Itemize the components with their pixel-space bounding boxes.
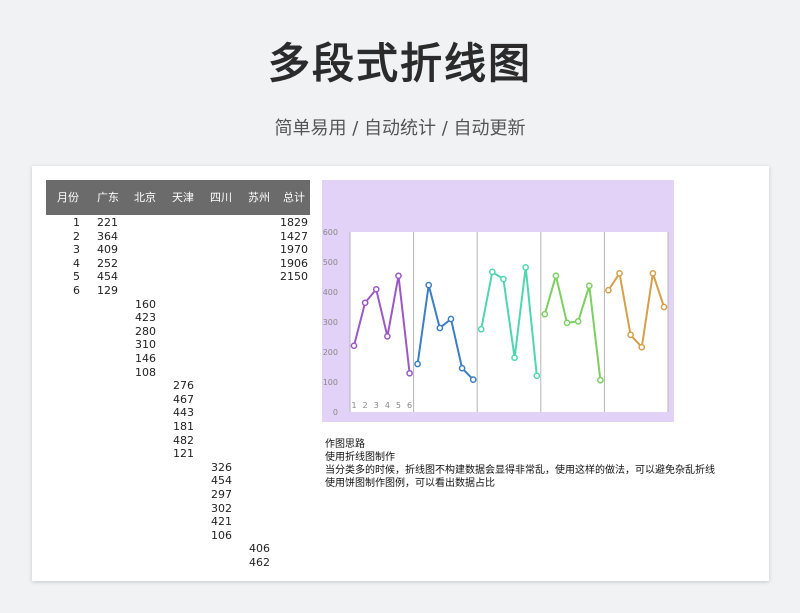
data-point[interactable]: [436, 324, 444, 332]
value-cell[interactable]: 406: [249, 542, 270, 556]
data-point[interactable]: [511, 354, 518, 362]
spreadsheet-sheet: 月份 广东 北京 天津 四川 苏州 总计 1 2 3 4 5 6 1829 1427 1970 1…: [32, 166, 769, 581]
value-cell[interactable]: 181: [173, 420, 194, 434]
notes-heading: 作图思路: [325, 439, 365, 450]
value-cell[interactable]: 297: [211, 488, 232, 502]
x-tick-label: 5: [396, 401, 401, 410]
y-tick-label: 600: [323, 228, 338, 237]
data-point[interactable]: [458, 364, 466, 372]
y-tick-label: 400: [323, 288, 338, 297]
month-cell[interactable]: 1: [73, 216, 80, 230]
notes-line: 使用饼图制作图例，可以看出数据占比: [325, 478, 495, 489]
table-header: 月份 广东 北京 天津 四川 苏州 总计: [46, 180, 310, 215]
value-cell[interactable]: 129: [97, 284, 118, 298]
y-tick-label: 500: [323, 258, 338, 267]
data-point[interactable]: [500, 275, 507, 283]
x-tick-label: 4: [385, 401, 390, 410]
month-cell[interactable]: 6: [73, 284, 80, 298]
data-point[interactable]: [395, 272, 402, 280]
col-header-suzhou[interactable]: 苏州: [240, 180, 278, 215]
value-cell[interactable]: 423: [135, 311, 156, 325]
data-point[interactable]: [552, 272, 560, 280]
data-point[interactable]: [372, 285, 380, 293]
data-point[interactable]: [477, 325, 485, 333]
notes-section: 作图思路 使用折线图制作 当分类多的时候，折线图不构建数据会显得非常乱，使用这样…: [325, 438, 765, 490]
value-cell[interactable]: 302: [211, 502, 232, 516]
value-cell[interactable]: 482: [173, 434, 194, 448]
month-cell[interactable]: 4: [73, 257, 80, 271]
y-tick-label: 100: [323, 378, 338, 387]
notes-line: 当分类多的时候，折线图不构建数据会显得非常乱，使用这样的做法，可以避免杂乱折线: [325, 465, 715, 476]
data-point[interactable]: [597, 376, 604, 384]
value-cell[interactable]: 326: [211, 461, 232, 475]
data-point[interactable]: [361, 299, 369, 307]
value-cell[interactable]: 467: [173, 393, 194, 407]
data-point[interactable]: [425, 281, 433, 289]
x-tick-label: 1: [351, 401, 356, 410]
page-title: 多段式折线图: [267, 39, 532, 88]
col-header-beijing[interactable]: 北京: [126, 180, 164, 215]
value-cell[interactable]: 310: [135, 338, 156, 352]
data-point[interactable]: [541, 310, 549, 318]
data-point[interactable]: [605, 286, 612, 294]
col-header-month[interactable]: 月份: [46, 180, 90, 215]
value-cell[interactable]: 421: [211, 515, 232, 529]
value-cell[interactable]: 454: [211, 474, 232, 488]
data-point[interactable]: [563, 319, 571, 327]
data-point[interactable]: [649, 270, 657, 277]
total-cell[interactable]: 1427: [280, 230, 308, 244]
value-cell[interactable]: 454: [97, 270, 118, 284]
value-cell[interactable]: 276: [173, 379, 194, 393]
data-point[interactable]: [574, 318, 582, 325]
total-cell[interactable]: 1906: [280, 257, 308, 271]
multi-segment-line-chart: 0 100 200 300 400 500 600 1 2 3 4 5 6: [322, 180, 674, 422]
month-cell[interactable]: 3: [73, 243, 80, 257]
data-point[interactable]: [384, 333, 391, 340]
value-cell[interactable]: 106: [211, 529, 232, 543]
value-cell[interactable]: 280: [135, 325, 156, 339]
value-cell[interactable]: 409: [97, 243, 118, 257]
value-cell[interactable]: 108: [135, 366, 156, 380]
y-tick-label: 300: [323, 318, 338, 327]
data-point[interactable]: [585, 282, 593, 290]
month-cell[interactable]: 2: [73, 230, 80, 244]
notes-line: 使用折线图制作: [325, 452, 395, 463]
data-point[interactable]: [406, 369, 413, 377]
x-tick-label: 2: [363, 401, 368, 410]
data-point[interactable]: [469, 376, 477, 383]
page-subtitle: 简单易用 / 自动统计 / 自动更新: [274, 118, 526, 139]
value-cell[interactable]: 364: [97, 230, 118, 244]
value-cell[interactable]: 146: [135, 352, 156, 366]
col-header-total[interactable]: 总计: [278, 180, 310, 215]
x-tick-label: 3: [374, 401, 379, 410]
data-point[interactable]: [350, 342, 358, 350]
col-header-guangdong[interactable]: 广东: [90, 180, 126, 215]
y-tick-label: 200: [323, 348, 338, 357]
data-point[interactable]: [488, 268, 496, 276]
value-cell[interactable]: 221: [97, 216, 118, 230]
data-point[interactable]: [638, 343, 646, 351]
data-point[interactable]: [414, 360, 421, 368]
value-cell[interactable]: 160: [135, 298, 156, 312]
data-point[interactable]: [533, 372, 541, 380]
x-tick-label: 6: [407, 401, 412, 410]
total-cell[interactable]: 1829: [280, 216, 308, 230]
data-point[interactable]: [447, 315, 455, 323]
data-point[interactable]: [616, 270, 623, 277]
total-cell[interactable]: 1970: [280, 243, 308, 257]
col-header-tianjin[interactable]: 天津: [164, 180, 202, 215]
data-point[interactable]: [522, 264, 530, 271]
data-point[interactable]: [627, 331, 634, 339]
value-cell[interactable]: 252: [97, 257, 118, 271]
value-cell[interactable]: 121: [173, 447, 194, 461]
value-cell[interactable]: 462: [249, 556, 270, 570]
value-cell[interactable]: 443: [173, 406, 194, 420]
y-tick-label: 0: [333, 408, 338, 417]
month-cell[interactable]: 5: [73, 270, 80, 284]
total-cell[interactable]: 2150: [280, 270, 308, 284]
col-header-sichuan[interactable]: 四川: [202, 180, 240, 215]
data-point[interactable]: [660, 303, 668, 311]
